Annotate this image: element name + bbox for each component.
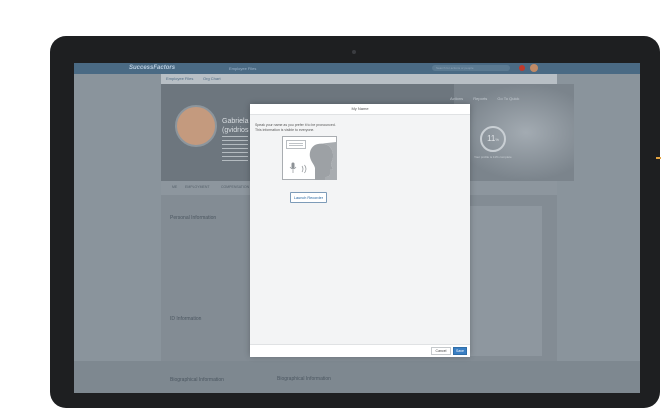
profile-name: Gabriela (gvidrios — [222, 118, 249, 134]
biographical-strip — [74, 361, 640, 393]
profile-photo[interactable] — [175, 105, 217, 147]
side-marker — [656, 157, 661, 159]
microphone-icon — [289, 162, 297, 173]
header-actions: Actions Reports Go To Quick — [450, 96, 528, 101]
subnav-employee-files[interactable]: Employee Files — [166, 76, 193, 81]
recorder-illustration — [282, 136, 337, 180]
goto-link[interactable]: Go To Quick — [497, 96, 519, 101]
notification-badge[interactable] — [519, 65, 525, 71]
section-personal-information: Personal Information — [170, 215, 217, 221]
tab-employment[interactable]: EMPLOYMENT — [185, 185, 210, 189]
app-logo[interactable]: SuccessFactors — [129, 65, 175, 71]
dialog-title: My Name — [250, 104, 470, 115]
dialog-instructions: Speak your name as you prefer it to be p… — [255, 123, 336, 132]
tab-compensation[interactable]: COMPENSATION — [221, 185, 249, 189]
tab-me[interactable]: ME — [172, 185, 177, 189]
sub-navigation: Employee Files Org Chart — [161, 74, 557, 84]
dialog-footer: Cancel Save — [250, 344, 470, 357]
speaking-head-icon — [309, 142, 336, 180]
module-switcher[interactable]: Employee Files — [229, 66, 256, 71]
laptop-camera — [352, 50, 356, 54]
section-biographical-information: Biographical Information — [170, 377, 224, 383]
my-name-dialog: My Name Speak your name as you prefer it… — [250, 104, 470, 357]
biographical-card-title: Biographical Information — [277, 376, 331, 382]
launch-recorder-button[interactable]: Launch Recorder — [290, 192, 327, 203]
document-lines — [289, 143, 303, 146]
reports-link[interactable]: Reports — [473, 96, 487, 101]
app-shell-bar: SuccessFactors Employee Files Search for… — [74, 63, 640, 74]
cancel-button[interactable]: Cancel — [431, 347, 451, 355]
section-id-information: ID Information — [170, 316, 202, 322]
profile-completion-ring: 11% — [480, 126, 506, 152]
user-avatar[interactable] — [530, 64, 538, 72]
subnav-org-chart[interactable]: Org Chart — [203, 76, 221, 81]
sound-waves-icon — [301, 164, 307, 174]
actions-link[interactable]: Actions — [450, 96, 463, 101]
search-input[interactable]: Search for actions or people — [432, 65, 510, 71]
profile-completion-caption: Your profile is 11% complete — [474, 155, 512, 159]
laptop-screen: SuccessFactors Employee Files Search for… — [74, 63, 640, 393]
save-button[interactable]: Save — [453, 347, 467, 355]
profile-details — [222, 136, 248, 164]
